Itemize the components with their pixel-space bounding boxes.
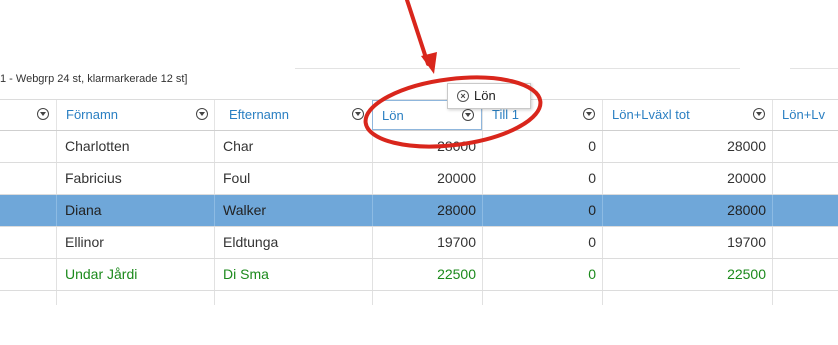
cell-lon — [372, 291, 482, 305]
group-summary-label: 1 - Webgrp 24 st, klarmarkerade 12 st] — [0, 73, 188, 85]
filter-icon[interactable] — [462, 109, 474, 121]
cell-efternamn: Eldtunga — [214, 227, 372, 258]
cell-lon-lvaxl-tot: 28000 — [602, 131, 772, 162]
filter-icon[interactable] — [196, 108, 208, 120]
table-row-selected[interactable]: Diana Walker 28000 0 28000 — [0, 195, 838, 227]
cell-efternamn: Di Sma — [214, 259, 372, 290]
cell-lon-lvaxl-tot — [602, 291, 772, 305]
filter-icon[interactable] — [753, 108, 765, 120]
cell-lon-lvaxl-tot: 28000 — [602, 195, 772, 226]
cell-fornamn: Ellinor — [56, 227, 214, 258]
filter-icon[interactable] — [352, 108, 364, 120]
cell-efternamn: Walker — [214, 195, 372, 226]
row-select-cell[interactable] — [0, 195, 56, 226]
cell-efternamn: Foul — [214, 163, 372, 194]
cell-lon-lvaxl-tot: 20000 — [602, 163, 772, 194]
cell-lon-lv — [772, 163, 838, 194]
cell-lon-lvaxl-tot: 22500 — [602, 259, 772, 290]
table-row[interactable]: Undar Jårdi Di Sma 22500 0 22500 — [0, 259, 838, 291]
column-header-select[interactable] — [0, 100, 56, 130]
cell-efternamn — [214, 291, 372, 305]
column-header-fornamn[interactable]: Förnamn — [56, 100, 214, 130]
cell-fornamn: Fabricius — [56, 163, 214, 194]
cell-lon: 19700 — [372, 227, 482, 258]
table-row[interactable]: Fabricius Foul 20000 0 20000 — [0, 163, 838, 195]
cell-till1: 0 — [482, 259, 602, 290]
cell-till1: 0 — [482, 131, 602, 162]
cell-till1: 0 — [482, 227, 602, 258]
annotation-arrow-line — [405, 0, 430, 66]
remove-circle-icon[interactable]: × — [457, 90, 469, 102]
cell-lon: 28000 — [372, 195, 482, 226]
cell-lon-lv — [772, 227, 838, 258]
cell-lon-lv — [772, 131, 838, 162]
row-select-cell — [0, 291, 56, 305]
cell-fornamn: Charlotten — [56, 131, 214, 162]
column-drag-tooltip[interactable]: × Lön — [447, 83, 531, 109]
cell-till1: 0 — [482, 163, 602, 194]
column-header-lon-lv[interactable]: Lön+Lv — [772, 100, 838, 130]
table-row[interactable]: Charlotten Char 28000 0 28000 — [0, 131, 838, 163]
filter-icon[interactable] — [37, 108, 49, 120]
cell-till1 — [482, 291, 602, 305]
column-header-lon-lvaxl-tot[interactable]: Lön+Lväxl tot — [602, 100, 772, 130]
cell-lon: 28000 — [372, 131, 482, 162]
cell-efternamn: Char — [214, 131, 372, 162]
top-divider-line — [295, 68, 740, 69]
row-select-cell[interactable] — [0, 227, 56, 258]
cell-lon-lv — [772, 291, 838, 305]
row-select-cell[interactable] — [0, 259, 56, 290]
annotation-arrow-head — [421, 52, 437, 74]
column-header-efternamn[interactable]: Efternamn — [214, 100, 372, 130]
cell-lon: 22500 — [372, 259, 482, 290]
cell-lon-lv — [772, 195, 838, 226]
cell-lon-lvaxl-tot: 19700 — [602, 227, 772, 258]
cell-fornamn — [56, 291, 214, 305]
top-divider-line-right — [790, 68, 838, 69]
row-select-cell[interactable] — [0, 163, 56, 194]
cell-lon: 20000 — [372, 163, 482, 194]
row-select-cell[interactable] — [0, 131, 56, 162]
filter-icon[interactable] — [583, 108, 595, 120]
table-row[interactable]: Ellinor Eldtunga 19700 0 19700 — [0, 227, 838, 259]
grid-header: Förnamn Efternamn Lön Till 1 Lön+Lväxl t… — [0, 99, 838, 131]
cell-till1: 0 — [482, 195, 602, 226]
cell-lon-lv — [772, 259, 838, 290]
data-grid: Förnamn Efternamn Lön Till 1 Lön+Lväxl t… — [0, 99, 838, 305]
table-row-partial — [0, 291, 838, 305]
cell-fornamn: Diana — [56, 195, 214, 226]
cell-fornamn: Undar Jårdi — [56, 259, 214, 290]
